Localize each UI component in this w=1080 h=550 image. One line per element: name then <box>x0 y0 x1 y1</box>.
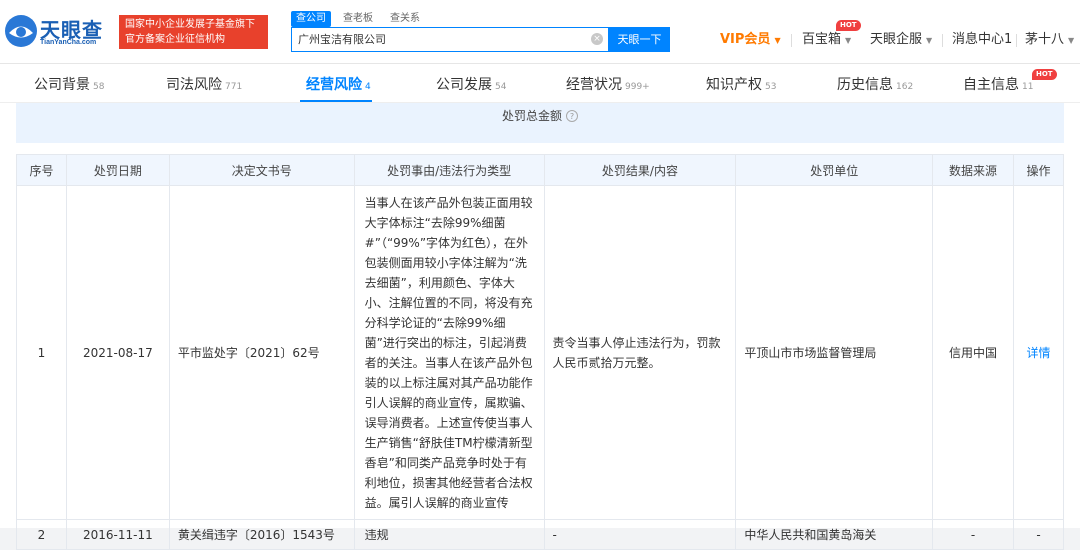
row-index: 1 <box>16 185 67 520</box>
action-cell: - <box>1013 519 1064 550</box>
clear-search-icon[interactable]: × <box>591 33 603 45</box>
baibao-label: 百宝箱 <box>802 32 842 47</box>
top-header: 天眼查 TianYanCha.com 国家中小企业发展子基金旗下 官方备案企业征… <box>0 0 1080 64</box>
tab-count: 162 <box>896 82 914 92</box>
penalty-date: 2016-11-11 <box>65 519 170 550</box>
chevron-down-icon: ▼ <box>1068 36 1075 45</box>
tab-self-info[interactable]: 自主信息 11 <box>963 74 1033 94</box>
tab-label: 自主信息 <box>963 77 1019 93</box>
baibao-menu[interactable]: 百宝箱 ▼ <box>802 30 851 50</box>
tab-count: 53 <box>765 82 777 92</box>
decision-doc-no: 平市监处字〔2021〕62号 <box>168 185 355 520</box>
tab-label: 经营状况 <box>566 77 622 93</box>
search-type-tabs: 查公司 查老板 查关系 <box>291 11 432 27</box>
column-header: 序号 <box>16 154 67 186</box>
penalty-reason: 当事人在该产品外包装正面用较大字体标注“去除99%细菌#”（“99%”字体为红色… <box>353 185 545 520</box>
tab-label: 历史信息 <box>837 77 893 93</box>
tab-count: 4 <box>365 82 371 92</box>
penalty-table: 序号 处罚日期 决定文书号 处罚事由/违法行为类型 处罚结果/内容 处罚单位 数… <box>16 154 1064 550</box>
help-icon[interactable]: ? <box>566 110 578 122</box>
column-header: 操作 <box>1013 154 1064 186</box>
column-header: 处罚事由/违法行为类型 <box>353 154 545 186</box>
company-tabs: 公司背景 58 司法风险 771 经营风险 4 公司发展 54 经营状况 999+ 知识产… <box>0 64 1080 103</box>
tab-count: 58 <box>93 82 105 92</box>
column-header: 处罚日期 <box>65 154 170 186</box>
qifu-label: 天眼企服 <box>870 32 923 47</box>
table-row: 1 2021-08-17 平市监处字〔2021〕62号 当事人在该产品外包装正面… <box>16 185 1064 520</box>
hot-badge: HOT <box>1032 69 1057 80</box>
logo-eye-icon <box>5 15 37 47</box>
search-tab-company[interactable]: 查公司 <box>291 11 331 27</box>
row-index: 2 <box>16 519 67 550</box>
tab-count: 11 <box>1022 82 1034 92</box>
tab-operating-risk[interactable]: 经营风险 4 <box>306 74 371 94</box>
banner-line-2: 官方备案企业征信机构 <box>125 34 225 45</box>
tab-company-background[interactable]: 公司背景 58 <box>34 74 104 94</box>
search-tab-relation[interactable]: 查关系 <box>385 11 425 27</box>
tab-label: 司法风险 <box>166 77 222 93</box>
chevron-down-icon: ▼ <box>845 36 852 45</box>
penalty-date: 2021-08-17 <box>65 185 170 520</box>
active-tab-indicator <box>300 100 372 102</box>
tab-count: 54 <box>495 82 507 92</box>
penalty-result: 责令当事人停止违法行为，罚款人民币贰拾万元整。 <box>543 185 737 520</box>
column-header: 决定文书号 <box>168 154 355 186</box>
details-link[interactable]: 详情 <box>1013 185 1064 520</box>
penalty-reason: 违规 <box>353 519 545 550</box>
tab-label: 公司发展 <box>436 77 492 93</box>
nav-divider <box>791 34 792 47</box>
chevron-down-icon: ▼ <box>926 36 933 45</box>
data-source: - <box>932 519 1014 550</box>
table-header-row: 序号 处罚日期 决定文书号 处罚事由/违法行为类型 处罚结果/内容 处罚单位 数… <box>16 154 1064 186</box>
penalty-section: 处罚总金额? 序号 处罚日期 决定文书号 处罚事由/违法行为类型 处罚结果/内容… <box>0 103 1080 550</box>
penalty-total-label: 处罚总金额 <box>501 109 562 123</box>
search-input[interactable]: 广州宝洁有限公司 <box>291 27 609 52</box>
tab-label: 经营风险 <box>306 77 362 93</box>
search-tab-boss[interactable]: 查老板 <box>338 11 378 27</box>
banner-line-1: 国家中小企业发展子基金旗下 <box>125 19 255 30</box>
tab-label: 公司背景 <box>34 77 90 93</box>
chevron-down-icon: ▼ <box>774 36 781 45</box>
search-button[interactable]: 天眼一下 <box>609 27 670 52</box>
nav-divider <box>942 34 943 47</box>
table-row: 2 2016-11-11 黄关缉违字〔2016〕1543号 违规 - 中华人民共… <box>16 519 1064 550</box>
hot-badge: HOT <box>836 20 861 31</box>
column-header: 数据来源 <box>932 154 1014 186</box>
tab-company-development[interactable]: 公司发展 54 <box>436 74 506 94</box>
qifu-menu[interactable]: 天眼企服 ▼ <box>870 30 932 50</box>
penalty-total-bar: 处罚总金额? <box>16 103 1064 143</box>
tab-count: 999+ <box>625 82 650 92</box>
tab-count: 771 <box>225 82 243 92</box>
tab-intellectual-property[interactable]: 知识产权 53 <box>706 74 776 94</box>
nav-divider <box>1016 34 1017 47</box>
logo-subtext: TianYanCha.com <box>40 39 97 46</box>
official-banner: 国家中小企业发展子基金旗下 官方备案企业征信机构 <box>119 15 268 49</box>
penalty-authority: 平顶山市市场监督管理局 <box>735 185 934 520</box>
tab-label: 知识产权 <box>706 77 762 93</box>
user-menu[interactable]: 茅十八 ▼ <box>1025 30 1074 50</box>
data-source: 信用中国 <box>932 185 1014 520</box>
penalty-result: - <box>543 519 737 550</box>
message-center-link[interactable]: 消息中心1 <box>952 30 1012 50</box>
tab-business-status[interactable]: 经营状况 999+ <box>566 74 650 94</box>
tab-judicial-risk[interactable]: 司法风险 771 <box>166 74 242 94</box>
decision-doc-no: 黄关缉违字〔2016〕1543号 <box>168 519 355 550</box>
column-header: 处罚单位 <box>735 154 934 186</box>
vip-label: VIP会员 <box>720 32 771 47</box>
logo[interactable]: 天眼查 TianYanCha.com <box>4 12 112 52</box>
penalty-authority: 中华人民共和国黄岛海关 <box>735 519 934 550</box>
vip-menu[interactable]: VIP会员 ▼ <box>720 30 781 50</box>
user-name: 茅十八 <box>1025 32 1065 47</box>
tab-history[interactable]: 历史信息 162 <box>837 74 913 94</box>
column-header: 处罚结果/内容 <box>543 154 737 186</box>
